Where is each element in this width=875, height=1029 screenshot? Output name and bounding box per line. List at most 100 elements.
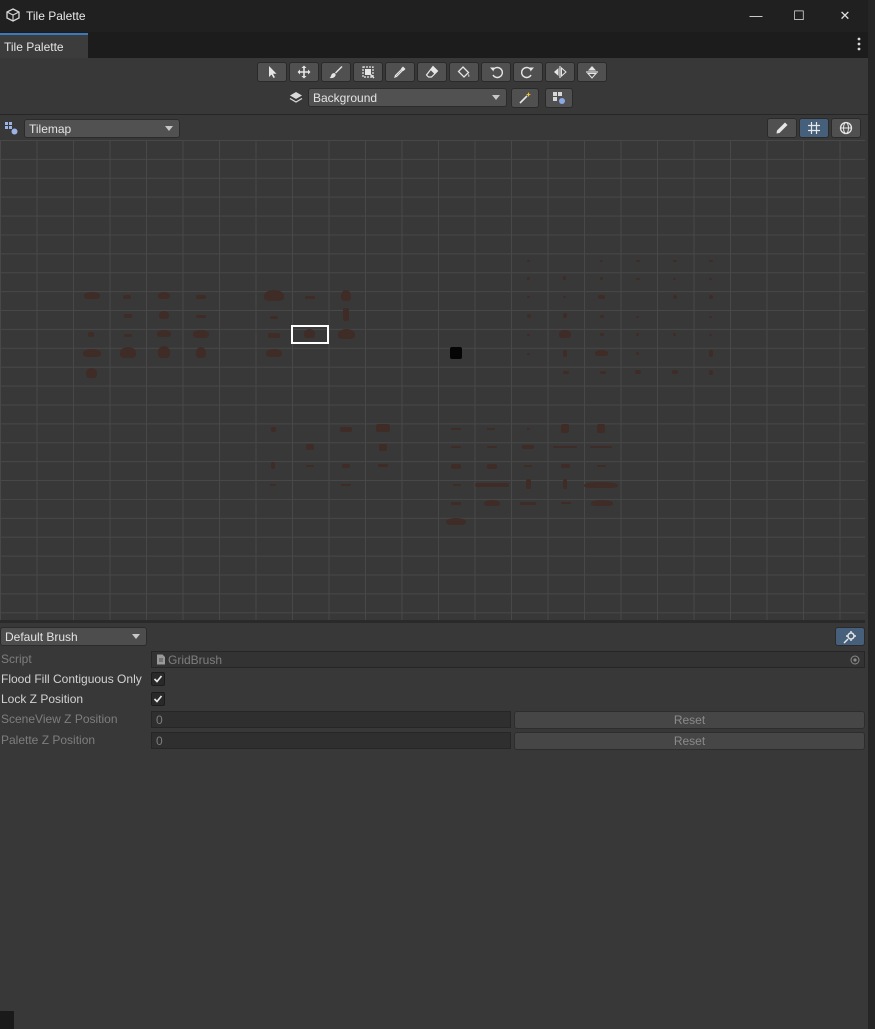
tile[interactable]: [600, 315, 604, 318]
tile[interactable]: [553, 446, 577, 448]
tile[interactable]: [84, 292, 100, 299]
tile[interactable]: [673, 260, 677, 262]
erase-tool-button[interactable]: [417, 62, 447, 82]
active-tilemap-dropdown[interactable]: Background: [308, 88, 507, 107]
tile[interactable]: [636, 352, 639, 355]
tile[interactable]: [159, 311, 169, 319]
flip-x-button[interactable]: [545, 62, 575, 82]
tile-palette-grid[interactable]: [0, 140, 865, 623]
maximize-button[interactable]: ☐: [789, 6, 809, 26]
tile[interactable]: [527, 314, 531, 318]
tile[interactable]: [343, 308, 349, 321]
tile[interactable]: [305, 296, 315, 299]
tile[interactable]: [672, 370, 678, 374]
tile[interactable]: [590, 446, 612, 448]
brush-dropdown[interactable]: Default Brush: [0, 627, 147, 646]
tile[interactable]: [451, 446, 461, 448]
tile[interactable]: [271, 462, 275, 469]
tile[interactable]: [341, 290, 351, 301]
tile[interactable]: [451, 502, 461, 505]
tile[interactable]: [527, 260, 530, 262]
tile[interactable]: [306, 465, 314, 467]
tile[interactable]: [196, 295, 206, 299]
tile[interactable]: [342, 464, 350, 468]
select-tool-button[interactable]: [257, 62, 287, 82]
flip-y-button[interactable]: [577, 62, 607, 82]
tile[interactable]: [709, 278, 712, 280]
tile[interactable]: [450, 347, 462, 359]
tile[interactable]: [338, 329, 355, 339]
tile[interactable]: [561, 502, 571, 504]
tile[interactable]: [527, 353, 530, 355]
tile[interactable]: [120, 347, 136, 358]
tile[interactable]: [451, 464, 461, 469]
tile[interactable]: [379, 444, 387, 451]
tile[interactable]: [124, 314, 132, 318]
tile[interactable]: [264, 290, 284, 301]
tile[interactable]: [597, 424, 605, 433]
tile[interactable]: [584, 482, 618, 488]
tile[interactable]: [487, 446, 497, 448]
tile[interactable]: [378, 464, 388, 467]
tile[interactable]: [86, 368, 97, 378]
tile[interactable]: [636, 260, 640, 262]
tile[interactable]: [196, 347, 206, 358]
tile[interactable]: [270, 484, 276, 486]
tile[interactable]: [709, 260, 713, 262]
tile[interactable]: [563, 350, 567, 357]
tile[interactable]: [522, 445, 534, 449]
edit-palette-button[interactable]: [767, 118, 797, 138]
tile[interactable]: [600, 277, 603, 280]
flood-fill-contiguous-checkbox[interactable]: [151, 672, 165, 686]
script-field[interactable]: GridBrush: [151, 651, 865, 668]
tile[interactable]: [636, 278, 640, 280]
tile[interactable]: [563, 479, 567, 489]
tile[interactable]: [453, 484, 461, 486]
tile[interactable]: [563, 296, 566, 298]
tile[interactable]: [600, 371, 606, 374]
tile[interactable]: [446, 518, 466, 525]
tile[interactable]: [524, 465, 532, 467]
tile[interactable]: [487, 428, 495, 430]
tile[interactable]: [595, 350, 608, 356]
tile[interactable]: [597, 465, 606, 467]
tile[interactable]: [709, 350, 713, 357]
move-tool-button[interactable]: [289, 62, 319, 82]
tile[interactable]: [266, 349, 282, 357]
tile[interactable]: [591, 500, 613, 506]
tile[interactable]: [526, 479, 531, 489]
palette-settings-button[interactable]: [545, 88, 573, 108]
tile[interactable]: [673, 295, 677, 299]
palette-z-field[interactable]: 0: [151, 732, 511, 749]
sceneview-z-reset-button[interactable]: Reset: [514, 711, 865, 729]
tile[interactable]: [124, 334, 132, 337]
tile[interactable]: [484, 500, 500, 506]
minimize-button[interactable]: —: [746, 6, 766, 26]
tile[interactable]: [598, 295, 605, 299]
tile[interactable]: [487, 464, 497, 469]
tile[interactable]: [600, 333, 604, 336]
tile[interactable]: [306, 444, 314, 450]
tile[interactable]: [341, 484, 351, 486]
tile[interactable]: [88, 332, 94, 337]
tile[interactable]: [157, 330, 171, 337]
focus-target-button[interactable]: [511, 88, 539, 108]
more-options-icon[interactable]: [857, 37, 861, 51]
tile[interactable]: [527, 334, 530, 336]
tile[interactable]: [561, 424, 569, 433]
tile[interactable]: [709, 370, 713, 375]
tile[interactable]: [563, 313, 567, 318]
tile[interactable]: [636, 316, 639, 318]
tile[interactable]: [527, 428, 530, 430]
tile[interactable]: [559, 330, 571, 338]
lock-z-position-checkbox[interactable]: [151, 692, 165, 706]
tile[interactable]: [635, 370, 641, 374]
palette-dropdown[interactable]: Tilemap: [24, 119, 180, 138]
tile[interactable]: [123, 295, 131, 299]
paint-tool-button[interactable]: [321, 62, 351, 82]
tile[interactable]: [527, 296, 530, 298]
tile[interactable]: [673, 333, 676, 336]
tile[interactable]: [158, 292, 170, 299]
rotate-cw-button[interactable]: [513, 62, 543, 82]
tile[interactable]: [709, 334, 712, 336]
